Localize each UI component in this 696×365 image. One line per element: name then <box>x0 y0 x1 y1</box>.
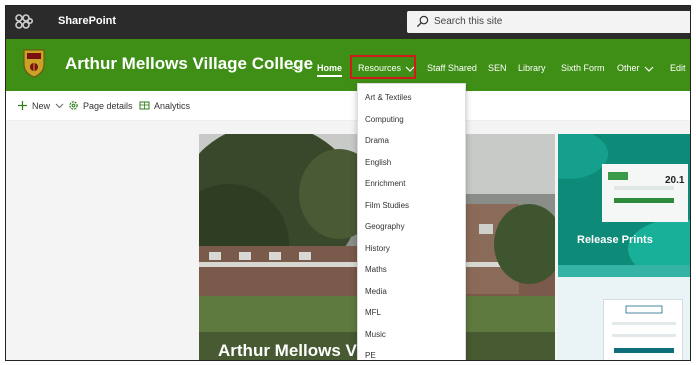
menu-item-computing[interactable]: Computing <box>365 115 404 124</box>
nav-home[interactable]: Home <box>317 63 342 73</box>
nav-home-indicator <box>317 75 342 77</box>
hero-title[interactable]: Arthur Mellows Vil <box>218 341 366 360</box>
search-box[interactable]: Search this site <box>407 11 690 33</box>
nav-sen[interactable]: SEN <box>488 63 507 73</box>
site-header: Arthur Mellows Village College << Home R… <box>6 39 690 91</box>
page-details-label: Page details <box>83 100 133 111</box>
menu-item-art-textiles[interactable]: Art & Textiles <box>365 93 412 102</box>
new-button[interactable]: New <box>17 100 65 111</box>
college-crest-icon[interactable] <box>22 48 46 78</box>
gear-icon <box>69 101 78 110</box>
nav-other-label: Other <box>617 63 640 73</box>
menu-item-maths[interactable]: Maths <box>365 265 387 274</box>
papercut-version: 20.1 <box>665 175 685 186</box>
release-prints-title[interactable]: Release Prints <box>577 234 653 246</box>
new-label: New <box>32 100 51 111</box>
nav-library[interactable]: Library <box>518 63 546 73</box>
app-name[interactable]: SharePoint <box>58 15 116 27</box>
menu-item-english[interactable]: English <box>365 158 391 167</box>
sharepoint-window: SharePoint Search this site Arthur Mello… <box>5 5 691 361</box>
nav-staff-shared[interactable]: Staff Shared <box>427 63 477 73</box>
menu-item-film-studies[interactable]: Film Studies <box>365 201 409 210</box>
chevron-down-icon <box>644 66 653 72</box>
nav-edit[interactable]: Edit <box>670 63 686 73</box>
suite-bar: SharePoint Search this site <box>6 6 690 39</box>
collapse-nav-button[interactable]: << <box>290 63 301 73</box>
chevron-down-icon <box>55 103 64 109</box>
plus-icon <box>18 101 27 110</box>
nav-sixth-form[interactable]: Sixth Form <box>561 63 605 73</box>
menu-item-mfl[interactable]: MFL <box>365 308 381 317</box>
menu-item-history[interactable]: History <box>365 244 390 253</box>
analytics-icon <box>139 101 150 110</box>
analytics-button[interactable]: Analytics <box>139 100 190 111</box>
nav-other[interactable]: Other <box>617 63 654 73</box>
page-details-button[interactable]: Page details <box>68 100 133 111</box>
tile-divider <box>558 265 690 277</box>
login-card-preview <box>603 299 683 360</box>
app-launcher-icon[interactable] <box>14 12 34 32</box>
menu-item-media[interactable]: Media <box>365 287 387 296</box>
menu-item-music[interactable]: Music <box>365 330 386 339</box>
menu-item-enrichment[interactable]: Enrichment <box>365 179 405 188</box>
menu-item-geography[interactable]: Geography <box>365 222 405 231</box>
site-title[interactable]: Arthur Mellows Village College <box>65 54 313 74</box>
resources-dropdown-menu: Art & Textiles Computing Drama English E… <box>357 83 466 360</box>
login-form-icon <box>612 305 676 353</box>
resources-highlight-box <box>350 55 416 79</box>
analytics-label: Analytics <box>154 100 191 111</box>
search-icon <box>416 15 429 28</box>
command-bar: New Page details Analytics <box>6 91 690 121</box>
search-placeholder: Search this site <box>434 16 503 27</box>
menu-item-drama[interactable]: Drama <box>365 136 389 145</box>
menu-item-pe[interactable]: PE <box>365 351 376 360</box>
